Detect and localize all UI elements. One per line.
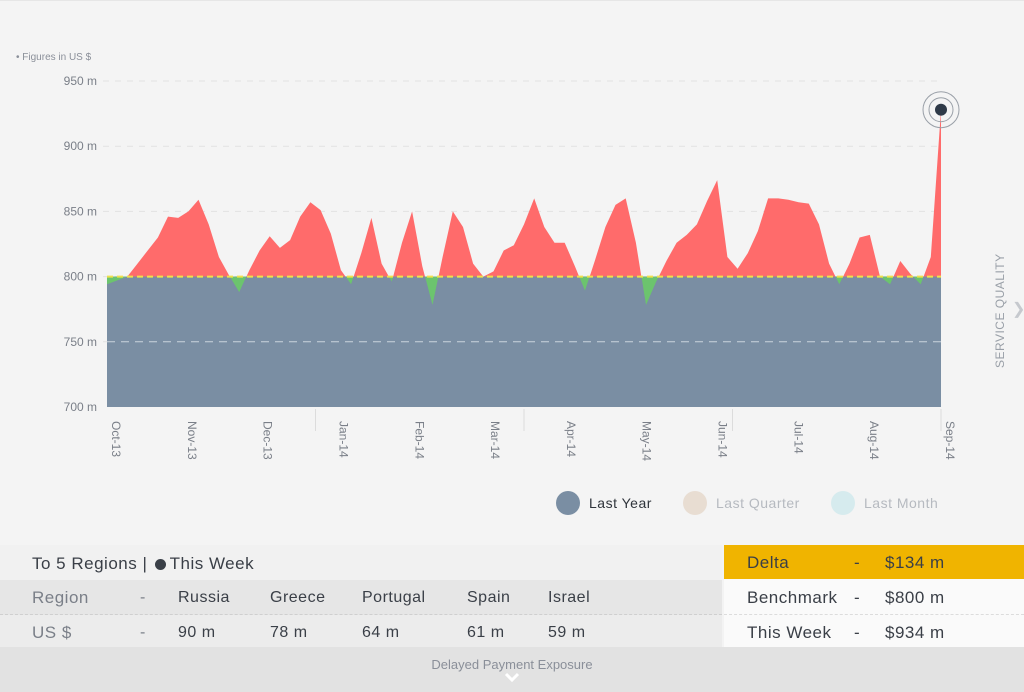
region-name: Spain <box>467 589 511 606</box>
value-header: US $ <box>32 623 72 642</box>
region-names-row: Region - Russia Greece Portugal Spain Is… <box>0 580 722 615</box>
x-tick-label: Jan-14 <box>336 421 350 458</box>
separator-dash: - <box>140 589 146 606</box>
x-tick-label: Oct-13 <box>109 421 123 457</box>
legend-swatch <box>831 491 855 515</box>
x-tick-label: May-14 <box>640 421 654 461</box>
y-tick-label: 750 m <box>64 335 97 349</box>
service-quality-tab[interactable]: SERVICE QUALITY <box>993 253 1007 368</box>
x-tick-label: Jul-14 <box>791 421 805 454</box>
region-name: Russia <box>178 589 230 606</box>
x-tick-label: Jun-14 <box>716 421 730 458</box>
x-tick-label: Nov-13 <box>185 421 199 460</box>
region-value: 59 m <box>548 624 586 641</box>
delta-row: Delta - $134 m <box>724 545 1024 579</box>
legend-swatch <box>683 491 707 515</box>
this-week-row: This Week - $934 m <box>724 615 1024 649</box>
region-name: Israel <box>548 589 591 606</box>
delayed-payment-drawer-toggle[interactable]: Delayed Payment Exposure <box>0 647 1024 692</box>
chevron-right-icon[interactable]: ❯ <box>1012 299 1024 319</box>
x-tick-label: Apr-14 <box>564 421 578 457</box>
this-week-dot-icon <box>154 558 166 570</box>
regions-title-text: To 5 Regions | <box>32 554 148 573</box>
region-name: Portugal <box>362 589 426 606</box>
region-value: 64 m <box>362 624 400 641</box>
separator-dash: - <box>854 588 861 607</box>
delta-label: Delta <box>747 553 790 572</box>
this-week-label: This Week <box>747 623 832 642</box>
top-regions-table: To 5 Regions | This Week Region - Russia… <box>0 545 722 649</box>
region-values-row: US $ - 90 m 78 m 64 m 61 m 59 m <box>0 615 722 649</box>
separator-dash: - <box>140 624 146 641</box>
benchmark-row: Benchmark - $800 m <box>724 580 1024 615</box>
region-value: 90 m <box>178 624 216 641</box>
regions-title-suffix: This Week <box>169 554 255 573</box>
legend-label: Last Year <box>589 495 652 511</box>
chevron-down-icon[interactable] <box>504 671 520 685</box>
y-tick-label: 850 m <box>64 204 97 218</box>
benchmark-value: $800 m <box>885 588 945 607</box>
legend-label: Last Quarter <box>716 495 800 511</box>
y-tick-label: 900 m <box>64 139 97 153</box>
x-tick-label: Feb-14 <box>412 421 426 459</box>
legend-last-quarter[interactable]: Last Quarter <box>683 491 800 515</box>
legend-last-month[interactable]: Last Month <box>831 491 938 515</box>
x-tick-label: Aug-14 <box>867 421 881 460</box>
legend-last-year[interactable]: Last Year <box>556 491 652 515</box>
separator-dash: - <box>854 623 861 642</box>
legend-label: Last Month <box>864 495 939 511</box>
y-tick-label: 800 m <box>64 270 97 284</box>
legend-swatch <box>556 491 580 515</box>
region-header: Region <box>32 588 89 607</box>
summary-panel: To 5 Regions | This Week Region - Russia… <box>0 545 1024 649</box>
chart-panel: 700 m 750 m 800 m 850 m 900 m 950 m Oct-13 Nov-… <box>0 0 1024 546</box>
exposure-area-chart: 700 m 750 m 800 m 850 m 900 m 950 m Oct-13 Nov-… <box>64 74 960 461</box>
y-tick-label: 700 m <box>64 400 97 414</box>
highlight-point <box>935 103 947 116</box>
y-tick-label: 950 m <box>64 74 97 88</box>
x-tick-label: Dec-13 <box>261 421 275 460</box>
stats-panel: Delta - $134 m Benchmark - $800 m This W… <box>724 545 1024 647</box>
x-tick-label: Sep-14 <box>943 421 957 460</box>
footer-label: Delayed Payment Exposure <box>431 657 593 672</box>
region-value: 78 m <box>270 624 308 641</box>
delta-value: $134 m <box>885 553 945 572</box>
benchmark-label: Benchmark <box>747 588 838 607</box>
regions-title: To 5 Regions | This Week <box>32 554 254 574</box>
region-name: Greece <box>270 589 326 606</box>
x-tick-label: Mar-14 <box>488 421 502 459</box>
region-value: 61 m <box>467 624 505 641</box>
separator-dash: - <box>854 553 861 572</box>
figures-note: • Figures in US $ <box>16 52 92 63</box>
this-week-value: $934 m <box>885 623 945 642</box>
